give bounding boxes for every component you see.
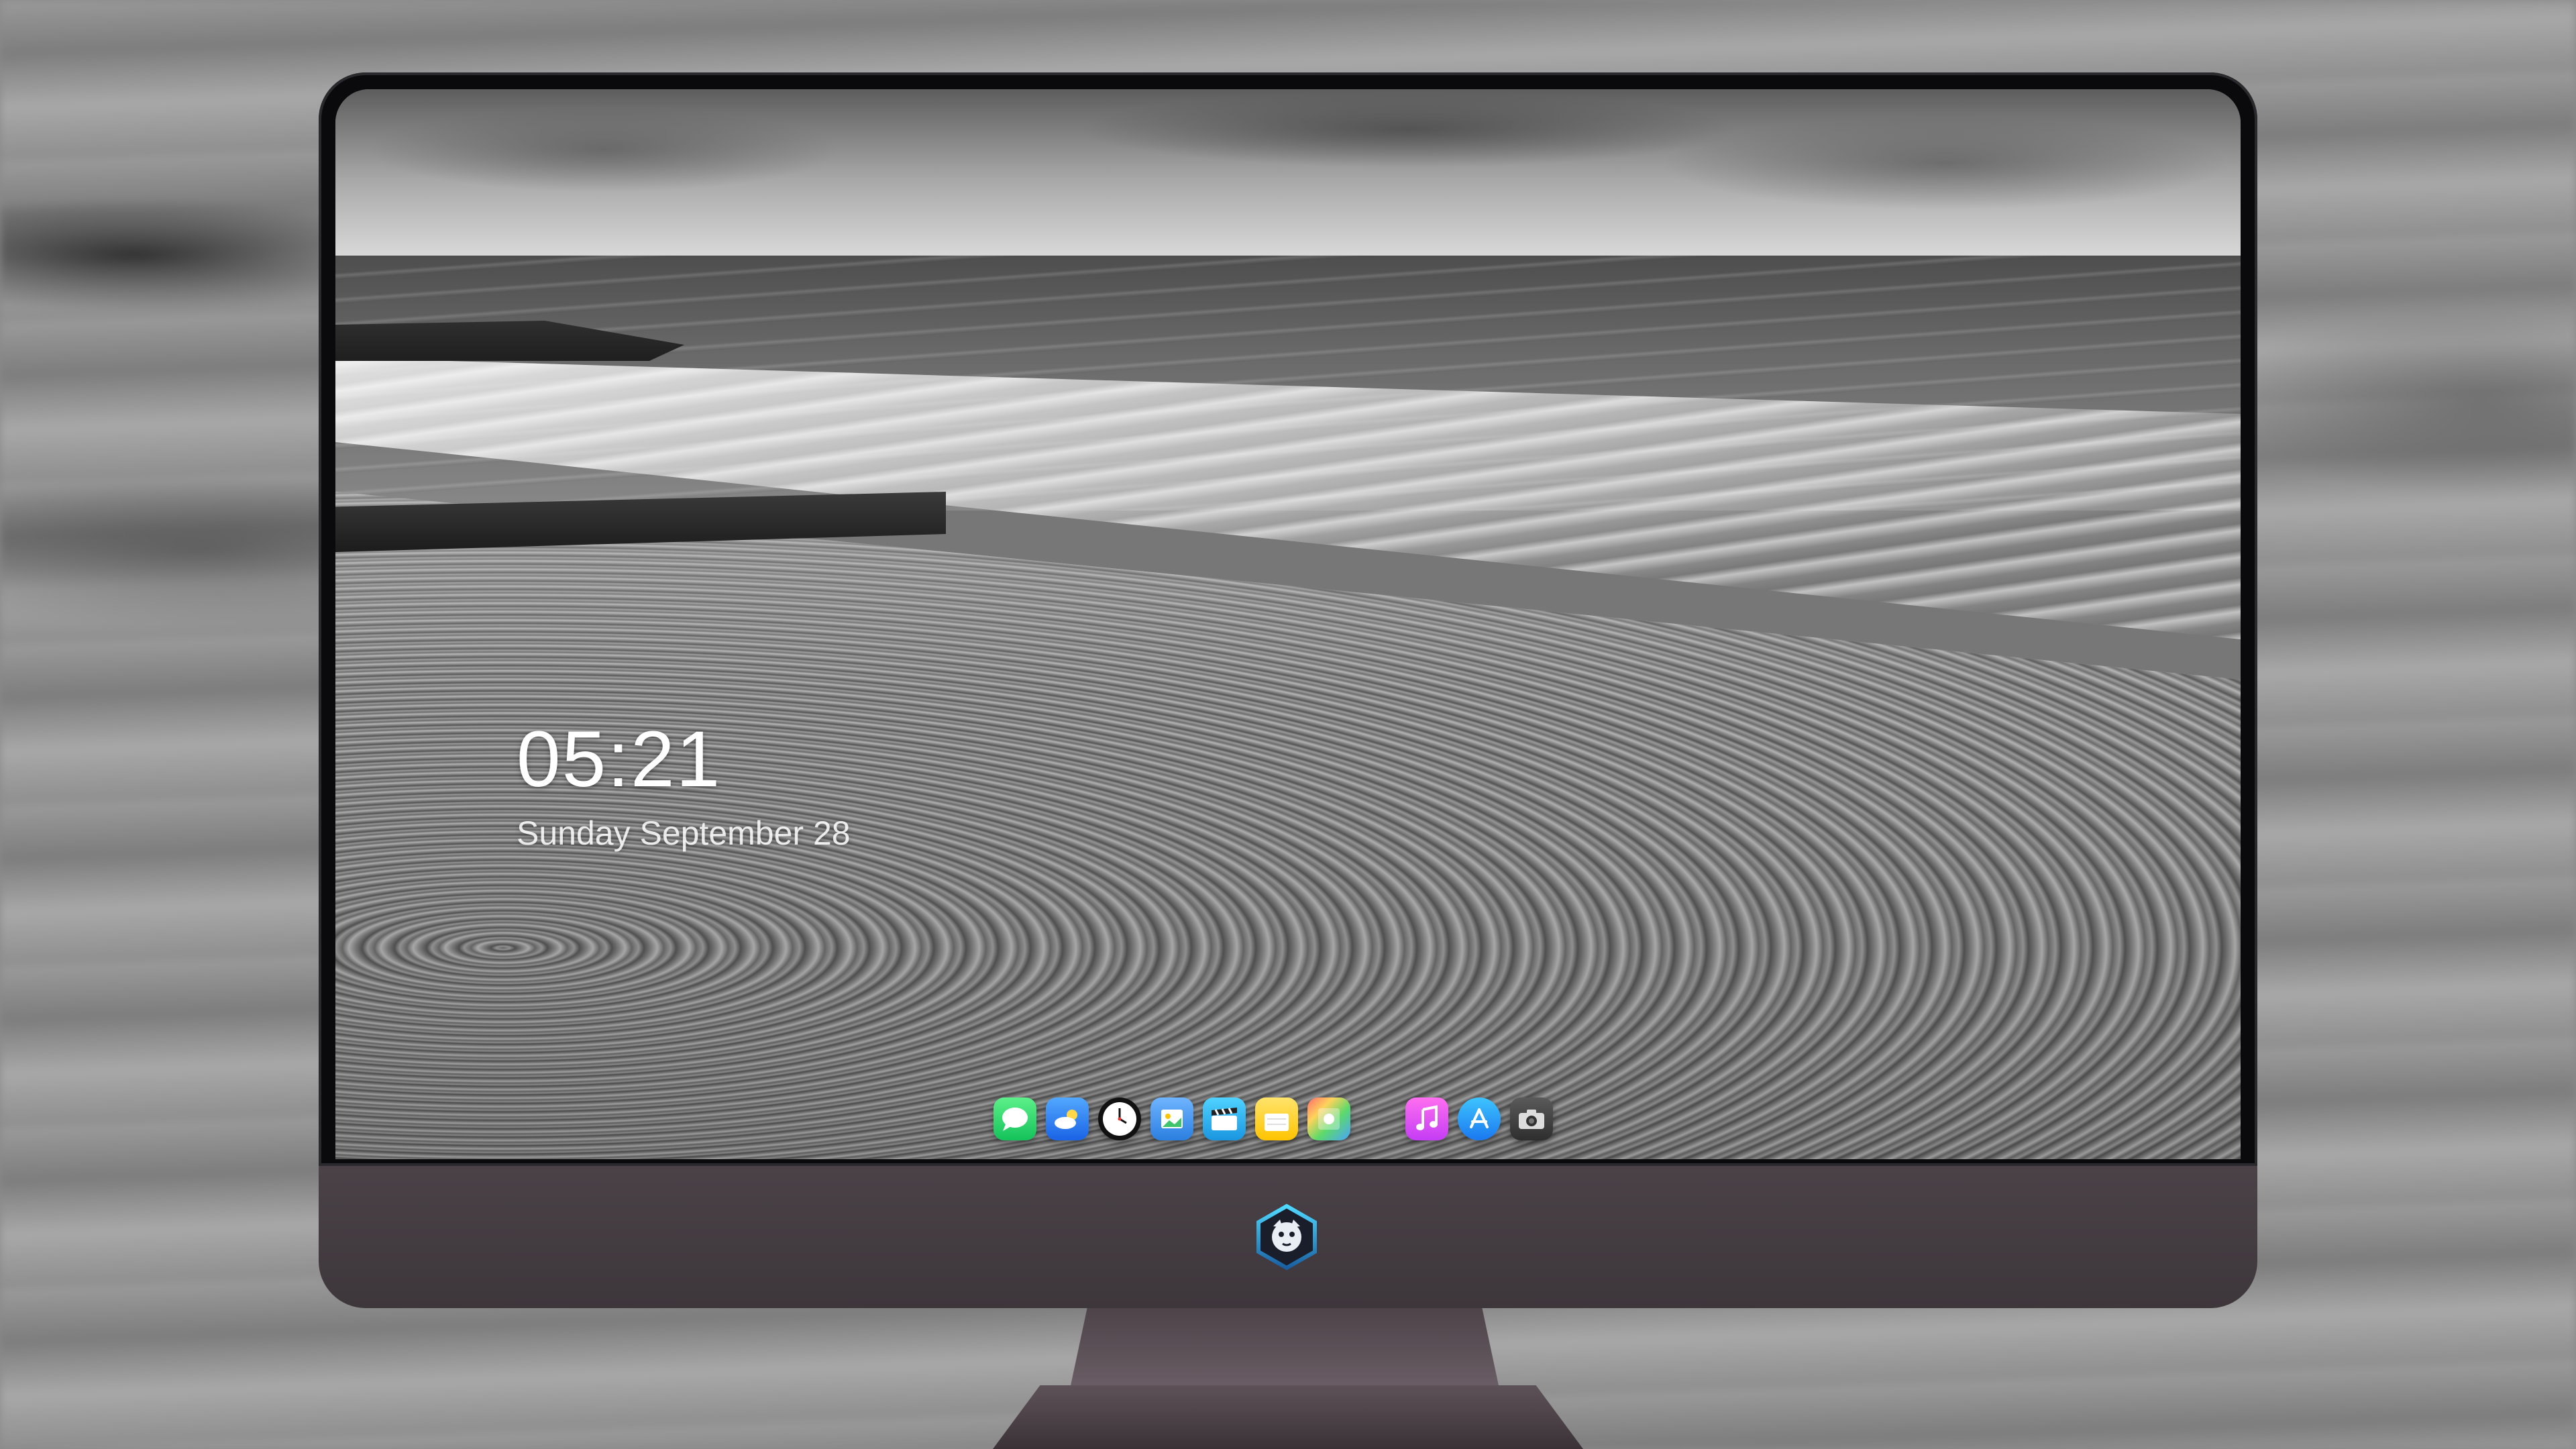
weather-icon[interactable] bbox=[1046, 1097, 1089, 1140]
messages-icon[interactable] bbox=[994, 1097, 1036, 1140]
preview-icon[interactable] bbox=[1150, 1097, 1193, 1140]
clock-widget: 05:21 Sunday September 28 bbox=[517, 720, 851, 853]
desktop-screen: 05:21 Sunday September 28 bbox=[335, 89, 2241, 1159]
notes-icon[interactable] bbox=[1255, 1097, 1298, 1140]
monitor: 05:21 Sunday September 28 bbox=[319, 72, 2257, 1308]
camera-icon[interactable] bbox=[1510, 1097, 1553, 1140]
brand-logo-icon bbox=[1253, 1203, 1320, 1271]
clapperboard-icon[interactable] bbox=[1203, 1097, 1246, 1140]
music-note-icon[interactable] bbox=[1405, 1097, 1448, 1140]
clock-icon[interactable] bbox=[1098, 1097, 1141, 1140]
clock-date: Sunday September 28 bbox=[517, 814, 851, 852]
monitor-stand-base bbox=[993, 1385, 1583, 1449]
clock-time: 05:21 bbox=[517, 715, 722, 804]
wallpaper-sky bbox=[335, 89, 2241, 257]
dock bbox=[983, 1089, 1564, 1149]
monitor-stand-neck bbox=[1070, 1308, 1499, 1389]
photos-icon[interactable] bbox=[1307, 1097, 1350, 1140]
app-store-icon[interactable] bbox=[1458, 1097, 1501, 1140]
